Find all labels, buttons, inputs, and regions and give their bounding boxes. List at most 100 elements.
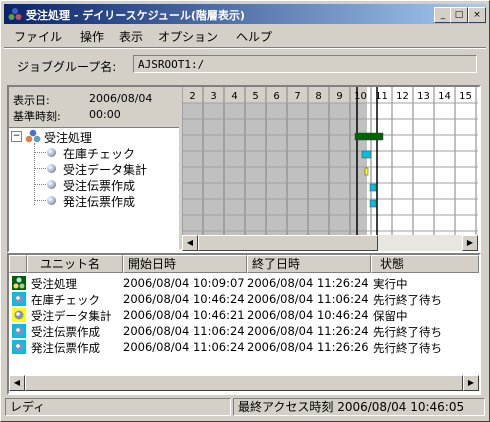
column-header-start-label: 開始日時 <box>128 257 177 271</box>
row-start: 2006/08/04 10:46:21 <box>123 308 245 322</box>
row-status: 実行中 <box>373 277 408 291</box>
timeline-hour-label: 12 <box>396 91 409 102</box>
table-row[interactable]: 在庫チェック 2006/08/04 10:46:24 2006/08/04 11… <box>9 291 479 307</box>
status-ready: レディ <box>5 398 231 416</box>
schedule-bar-running <box>354 132 384 141</box>
row-unit-name: 在庫チェック <box>31 293 100 307</box>
row-status: 保留中 <box>373 309 408 323</box>
job-icon <box>47 196 56 205</box>
table-row[interactable]: 発注伝票作成 2006/08/04 11:06:24 2006/08/04 11… <box>9 339 479 355</box>
menu-operation[interactable]: 操作 <box>80 28 104 45</box>
tree-connector <box>34 200 46 201</box>
row-start: 2006/08/04 10:09:07 <box>123 276 245 290</box>
unit-list: ユニット名 開始日時 終了日時 状態 受注処理 2006/08/04 10:09… <box>9 255 479 393</box>
jobnet-icon <box>25 129 41 143</box>
row-status: 先行終了待ち <box>373 341 442 355</box>
row-end: 2006/08/04 11:06:24 <box>247 292 369 306</box>
menu-bar: ファイル 操作 表示 オプション ヘルプ <box>4 26 486 46</box>
tree-item[interactable]: 発注伝票作成 <box>63 193 135 210</box>
table-row[interactable]: 受注伝票作成 2006/08/04 11:06:24 2006/08/04 11… <box>9 323 479 339</box>
row-unit-name: 受注処理 <box>31 277 77 291</box>
table-row[interactable]: 受注データ集計 2006/08/04 10:46:21 2006/08/04 1… <box>9 307 479 323</box>
unit-tree: − 受注処理 在庫チェック 受注データ集計 受注伝票作成 発注伝票作成 <box>9 129 179 249</box>
menu-divider <box>4 47 486 49</box>
row-end: 2006/08/04 11:26:24 <box>247 324 369 338</box>
tree-item[interactable]: 受注伝票作成 <box>63 177 135 194</box>
job-icon <box>47 148 56 157</box>
timeline-hour-label: 4 <box>231 91 237 102</box>
tree-root-item[interactable]: 受注処理 <box>44 129 92 146</box>
row-start: 2006/08/04 11:06:24 <box>123 324 245 338</box>
scroll-right-button[interactable]: ▶ <box>463 375 479 391</box>
menu-help[interactable]: ヘルプ <box>236 28 272 45</box>
row-unit-name: 受注伝票作成 <box>31 325 100 339</box>
jobgroup-field[interactable]: AJSROOT1:/ <box>133 55 477 73</box>
display-date-value: 2006/08/04 <box>89 92 153 105</box>
column-header-status-label: 状態 <box>380 257 405 271</box>
job-icon <box>47 180 56 189</box>
maximize-button[interactable]: □ <box>450 7 468 23</box>
column-header-status[interactable]: 状態 <box>371 255 479 273</box>
timeline-hour-label: 10 <box>354 91 367 102</box>
jobgroup-label: ジョブグループ名: <box>17 60 117 74</box>
menu-view[interactable]: 表示 <box>119 28 143 45</box>
tree-connector <box>34 184 46 185</box>
row-end: 2006/08/04 11:26:24 <box>247 276 369 290</box>
row-unit-name: 受注データ集計 <box>31 309 112 323</box>
base-time-value: 00:00 <box>89 108 121 121</box>
status-last-access: 最終アクセス時刻 2006/08/04 10:46:05 <box>233 398 485 416</box>
column-header-start[interactable]: 開始日時 <box>123 255 247 273</box>
collapse-toggle-icon[interactable]: − <box>11 131 22 142</box>
column-header-end[interactable]: 終了日時 <box>247 255 371 273</box>
list-horizontal-scrollbar[interactable]: ◀ ▶ <box>9 375 479 391</box>
tree-item[interactable]: 在庫チェック <box>63 145 135 162</box>
column-header-end-label: 終了日時 <box>252 257 301 271</box>
schedule-bar-waiting <box>369 199 377 208</box>
date-info-panel: 表示日: 2006/08/04 基準時刻: 00:00 <box>9 87 179 128</box>
tree-item[interactable]: 受注データ集計 <box>63 161 147 178</box>
column-header-icon <box>9 255 27 273</box>
scroll-thumb[interactable] <box>25 375 463 391</box>
job-cyan-icon <box>12 340 26 354</box>
menu-file[interactable]: ファイル <box>14 28 62 45</box>
timeline-hour-label: 7 <box>294 91 300 102</box>
scroll-left-button[interactable]: ◀ <box>9 375 25 391</box>
job-yellow-icon <box>12 308 26 322</box>
column-header-unit-name[interactable]: ユニット名 <box>27 255 123 273</box>
scroll-right-button[interactable]: ▶ <box>462 235 478 251</box>
close-button[interactable]: × <box>468 7 486 23</box>
column-header-unit-name-label: ユニット名 <box>40 257 101 271</box>
gantt-chart: 234567891011121314151 <box>182 87 478 235</box>
gantt-grid: 234567891011121314151 <box>182 87 478 235</box>
jobnet-icon <box>12 276 26 290</box>
timeline-hour-label: 2 <box>189 91 195 102</box>
scroll-left-button[interactable]: ◀ <box>182 235 198 251</box>
menu-options[interactable]: オプション <box>158 28 218 45</box>
job-icon <box>47 164 56 173</box>
timeline-hour-label: 15 <box>459 91 472 102</box>
timeline-hour-label: 3 <box>210 91 216 102</box>
row-status: 先行終了待ち <box>373 293 442 307</box>
timeline-hour-label: 9 <box>336 91 342 102</box>
display-date-label: 表示日: <box>13 94 50 107</box>
row-start: 2006/08/04 10:46:24 <box>123 292 245 306</box>
schedule-bar-held <box>364 167 369 176</box>
timeline-hour-label: 11 <box>375 91 388 102</box>
schedule-bar-waiting <box>369 183 377 192</box>
row-end: 2006/08/04 11:26:26 <box>247 340 369 354</box>
row-end: 2006/08/04 10:46:24 <box>247 308 369 322</box>
row-unit-name: 発注伝票作成 <box>31 341 100 355</box>
row-start: 2006/08/04 11:06:24 <box>123 340 245 354</box>
gantt-horizontal-scrollbar[interactable]: ◀ ▶ <box>182 235 478 251</box>
base-time-label: 基準時刻: <box>13 110 61 123</box>
jobnet-icon <box>8 8 22 20</box>
title-bar[interactable]: 受注処理 - デイリースケジュール(階層表示) _ □ × <box>4 4 486 24</box>
timeline-hour-label: 14 <box>438 91 451 102</box>
scroll-thumb[interactable] <box>198 235 378 251</box>
timeline-hour-label: 8 <box>315 91 321 102</box>
tree-connector <box>34 168 46 169</box>
row-status: 先行終了待ち <box>373 325 442 339</box>
window-title: 受注処理 - デイリースケジュール(階層表示) <box>26 9 245 22</box>
table-row[interactable]: 受注処理 2006/08/04 10:09:07 2006/08/04 11:2… <box>9 275 479 291</box>
job-cyan-icon <box>12 324 26 338</box>
